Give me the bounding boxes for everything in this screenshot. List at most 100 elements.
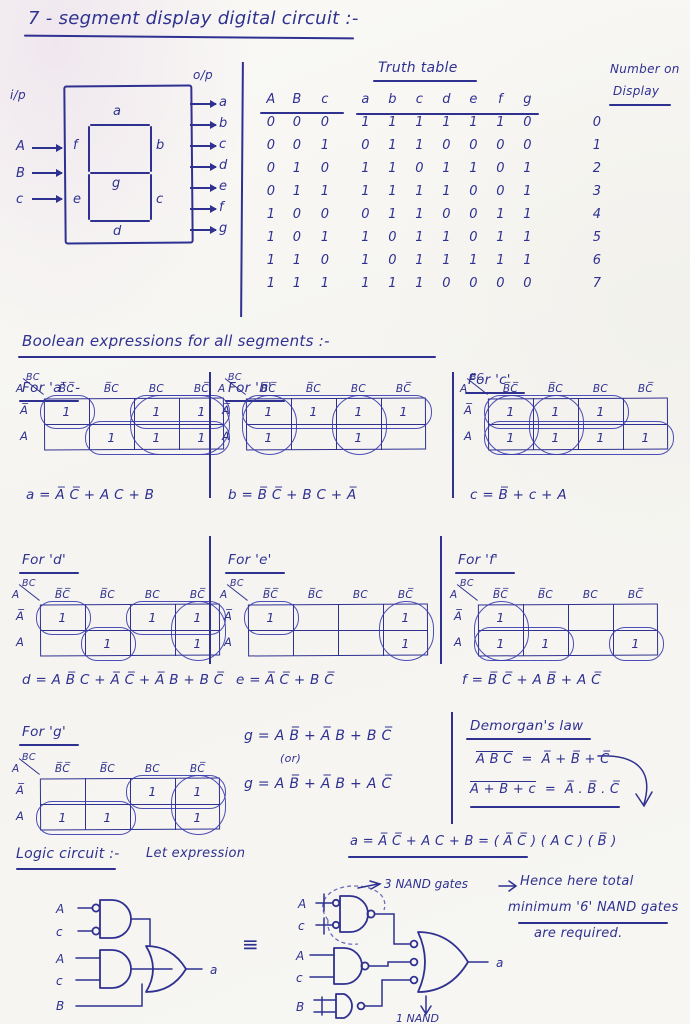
nand2-input-c: c	[296, 971, 303, 985]
cell-output-b: 1	[388, 276, 397, 291]
cell-gap	[340, 272, 352, 295]
figure-output-c: c	[219, 137, 227, 152]
segment-label-f: f	[73, 138, 78, 153]
nand-gate-1	[339, 895, 369, 933]
output-arrow-d	[190, 163, 217, 170]
kmap-3-col-header-3: BC̅	[189, 589, 206, 601]
kmap-3-group-loop-2	[171, 601, 226, 661]
kmap-expression-4: e = A̅ C̅ + B C̅	[236, 672, 334, 688]
cell-display: 5	[592, 230, 602, 245]
kmap-1-group-loop-2	[242, 395, 432, 429]
cell-display: 6	[592, 253, 602, 268]
kmap-3-col-header-0: B̅C̅	[54, 589, 71, 601]
kmap-0-col-header-2: BC	[148, 383, 165, 395]
cell-output-g: 1	[523, 161, 532, 176]
nand-gate-3	[335, 993, 353, 1019]
kmap-2-col-header-2: BC	[592, 383, 609, 395]
kmap-divider-4	[440, 536, 442, 664]
figure-output-d: d	[219, 158, 228, 173]
cell-output-e: 0	[469, 138, 478, 153]
th-A: A	[266, 92, 276, 107]
and-gate-2	[99, 949, 132, 989]
segment-label-g: g	[112, 176, 121, 191]
kmap-2-col-header-3: BC̅	[637, 383, 654, 395]
kmap-0-col-header-1: B̅C	[103, 383, 120, 395]
logic-circuit-let-text: Let expression	[146, 846, 246, 861]
cell-input-C: 1	[320, 184, 330, 199]
nand-gate-2	[333, 947, 363, 985]
and1-input-A: A	[55, 902, 64, 916]
table-row: 0 1 0 1 1 0 1 1 0 1 2	[258, 157, 617, 180]
input-arrow-B	[32, 169, 63, 176]
kmap-2-group-loop-3	[484, 421, 674, 455]
kmap-4-col-header-0: B̅C̅	[262, 589, 279, 601]
kmap-expression-5: f = B̅ C̅ + A B̅ + A C̅	[462, 672, 601, 688]
cell-output-b: 1	[388, 184, 397, 199]
input-bubble-A1	[91, 903, 101, 913]
conclusion-line3: are required.	[534, 926, 623, 941]
cell-output-e: 0	[469, 184, 478, 199]
figure-output-b: b	[219, 116, 228, 131]
segment-label-e: e	[73, 192, 82, 207]
nand1-input-A: A	[297, 897, 306, 911]
kmap-5-col-header-1: B̅C	[537, 589, 554, 601]
kmap-2-row-header-1: A	[464, 429, 473, 443]
kmap-corner-left-6: A	[12, 763, 20, 775]
cell-output-f: 0	[496, 276, 505, 291]
cell-input-C: 0	[320, 253, 330, 268]
input-arrow-C	[32, 195, 63, 202]
cell-input-B: 1	[292, 161, 302, 176]
figure-output-a: a	[219, 95, 228, 110]
g-expression-or-note: (or)	[280, 752, 302, 765]
cell-output-c: 0	[415, 161, 424, 176]
figure-output-g: g	[219, 221, 228, 236]
kmap-6-group-loop-1	[36, 801, 136, 835]
kmap-expression-1: b = B̅ C̅ + B C + A̅	[228, 487, 357, 503]
output-arrow-a	[190, 100, 217, 107]
kmap-0-group-loop-3	[130, 395, 230, 455]
kmap-divider-5	[451, 712, 453, 824]
th-out-b: b	[388, 92, 397, 107]
nand1-input-bubble-c	[331, 920, 341, 930]
kmap-1-row-header-1: A	[222, 429, 231, 443]
kmap-corner-left-5: A	[450, 589, 458, 601]
kmap-5-col-header-3: BC̅	[627, 589, 644, 601]
demorgan-title: Demorgan's law	[470, 718, 584, 734]
display-header-line1: Number on	[610, 62, 680, 76]
cell-input-C: 0	[320, 115, 330, 130]
kmap-4-col-header-2: BC	[352, 589, 369, 601]
cell-input-B: 1	[292, 253, 302, 268]
cell-output-f: 1	[496, 230, 505, 245]
kmap-heading-3: For 'd'	[22, 552, 66, 568]
nand1-input-c: c	[298, 919, 305, 933]
kmap-corner-left-0: A	[16, 383, 24, 395]
segment-label-d: d	[113, 224, 122, 239]
figure-input-C: c	[16, 192, 24, 207]
th-display	[577, 88, 617, 111]
cell-display: 4	[592, 207, 602, 222]
kmap-divider-3	[209, 536, 211, 664]
kmap-heading-rule-4	[225, 572, 285, 574]
cell-output-a: 1	[361, 230, 370, 245]
cell-input-A: 0	[266, 115, 276, 130]
kmap-expression-2: c = B̅ + c + A	[470, 487, 567, 503]
cell-output-c: 1	[415, 207, 424, 222]
input-header-rule	[260, 112, 344, 114]
kmap-expression-3: d = A B̅ C + A̅ C̅ + A̅ B + B C̅	[22, 672, 224, 688]
th-C: c	[321, 92, 329, 107]
cell-output-f: 0	[496, 161, 505, 176]
cell-gap2	[541, 226, 577, 249]
cell-input-A: 1	[266, 207, 276, 222]
kmap-6-col-header-2: BC	[144, 763, 161, 775]
boolean-section-title: Boolean expressions for all segments :-	[22, 332, 330, 350]
cell-output-g: 1	[523, 207, 532, 222]
nand-out-bubble-3	[409, 975, 419, 985]
cell-output-b: 0	[388, 253, 397, 268]
cell-gap2	[541, 180, 577, 203]
cell-output-f: 1	[496, 253, 505, 268]
table-row: 1 1 1 1 1 1 0 0 0 0 7	[258, 272, 617, 295]
figure-input-label: i/p	[10, 88, 26, 102]
kmap-heading-rule-6	[19, 744, 79, 746]
output-arrow-f	[190, 205, 217, 212]
kmap-2-col-header-0: B̅C̅	[502, 383, 519, 395]
